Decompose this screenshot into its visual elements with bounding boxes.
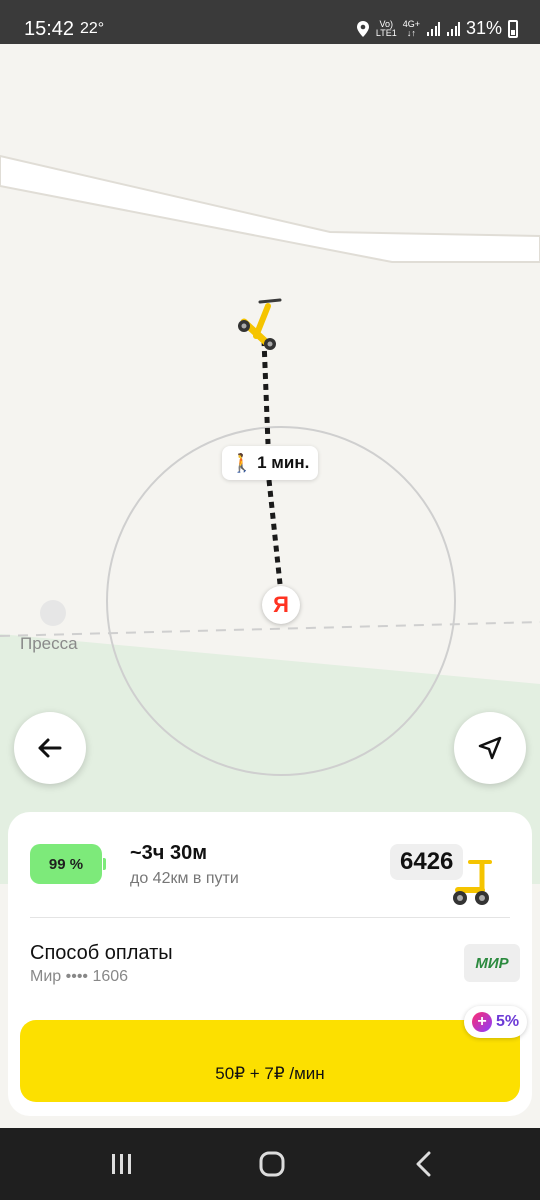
mir-card-logo[interactable]: МИР bbox=[464, 944, 520, 982]
walking-person-icon: 🚶 bbox=[230, 452, 254, 473]
user-location-pin: Я bbox=[262, 586, 300, 624]
volte-indicator: Vo) LTE1 bbox=[375, 18, 397, 38]
payment-method-title[interactable]: Способ оплаты bbox=[30, 942, 173, 965]
range-distance: до 42км в пути bbox=[130, 870, 239, 887]
ride-bottom-sheet: 99 % ~3ч 30м до 42км в пути 6426 Способ … bbox=[8, 812, 532, 1116]
scooter-battery-badge: 99 % bbox=[30, 844, 106, 884]
shopping-bag-icon[interactable] bbox=[40, 600, 66, 626]
walk-time: 1 мин. bbox=[257, 453, 310, 472]
poi-label[interactable]: Пресса bbox=[20, 634, 78, 654]
back-button[interactable] bbox=[14, 712, 86, 784]
payment-card[interactable]: Мир •••• 1606 bbox=[30, 968, 128, 986]
walk-time-badge: 🚶 1 мин. bbox=[222, 446, 318, 480]
navigation-arrow-icon bbox=[478, 736, 502, 760]
battery-icon bbox=[508, 19, 518, 38]
recents-button[interactable] bbox=[102, 1148, 142, 1180]
arrow-left-icon bbox=[38, 738, 62, 758]
cashback-percent: 5% bbox=[496, 1013, 520, 1030]
battery-percent: 31% bbox=[465, 18, 502, 38]
status-temperature: 22° bbox=[80, 20, 105, 37]
plus-icon: + bbox=[472, 1012, 492, 1032]
system-nav-bar bbox=[0, 1128, 540, 1200]
location-icon bbox=[356, 20, 369, 37]
divider bbox=[30, 917, 510, 918]
ride-price-label: 50₽ + 7₽ /мин bbox=[215, 1064, 325, 1083]
scooter-map-icon bbox=[238, 298, 282, 350]
home-button[interactable] bbox=[252, 1148, 292, 1180]
home-icon bbox=[259, 1151, 285, 1177]
plus-cashback-badge[interactable]: + 5% bbox=[464, 1006, 528, 1038]
status-icons: Vo) LTE1 4G+ ↓↑ 31% bbox=[356, 18, 518, 39]
system-back-button[interactable] bbox=[404, 1148, 444, 1180]
signal-icon-2 bbox=[446, 21, 460, 36]
status-time: 15:42 bbox=[24, 18, 75, 40]
recents-icon bbox=[112, 1154, 131, 1174]
signal-icon-1 bbox=[426, 21, 440, 36]
chevron-left-icon bbox=[416, 1151, 431, 1177]
locate-me-button[interactable] bbox=[454, 712, 526, 784]
scooter-icon bbox=[453, 860, 492, 905]
network-4g-indicator: 4G+ ↓↑ bbox=[402, 18, 420, 38]
start-ride-button[interactable]: 50₽ + 7₽ /мин bbox=[20, 1020, 520, 1102]
range-time: ~3ч 30м bbox=[130, 842, 208, 864]
